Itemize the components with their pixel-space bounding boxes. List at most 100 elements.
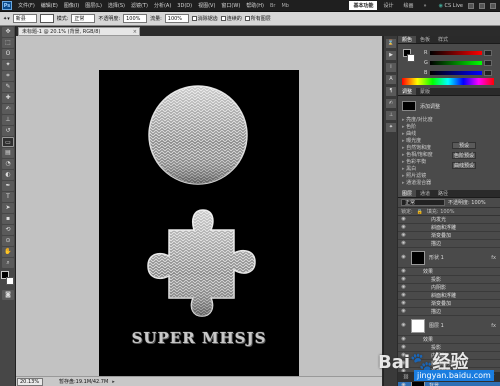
tab-masks[interactable]: 蒙版 bbox=[416, 88, 434, 95]
blue-slider-track[interactable] bbox=[430, 70, 482, 75]
blue-value-field[interactable] bbox=[484, 69, 492, 76]
background-color-swatch[interactable] bbox=[407, 54, 415, 62]
3d-rotate-tool-icon[interactable]: ⟲ bbox=[2, 225, 14, 235]
layer-fx-badge[interactable]: fx bbox=[491, 323, 496, 329]
eye-icon[interactable]: ◉ bbox=[400, 336, 407, 343]
cs-live-button[interactable]: CS Live bbox=[439, 3, 463, 9]
zoom-tool-icon[interactable]: ⌕ bbox=[2, 258, 14, 268]
marquee-tool-icon[interactable]: ⬚ bbox=[2, 38, 14, 48]
tool-preset-select[interactable]: 新县 bbox=[12, 14, 37, 23]
tab-layers[interactable]: 图层 bbox=[398, 190, 417, 197]
color-spectrum[interactable] bbox=[402, 78, 494, 85]
lock-icon[interactable]: 🔒 bbox=[417, 209, 423, 215]
lasso-tool-icon[interactable]: ʘ bbox=[2, 49, 14, 59]
tab-color[interactable]: 颜色 bbox=[398, 36, 417, 43]
red-slider[interactable]: R bbox=[424, 48, 492, 57]
tab-styles[interactable]: 样式 bbox=[434, 36, 452, 43]
close-icon[interactable]: × bbox=[133, 28, 137, 35]
document-tab[interactable]: 未标题-1 @ 20.1% (背景, RGB/8) × bbox=[18, 27, 140, 36]
clone-stamp-tool-icon[interactable]: ⊥ bbox=[2, 115, 14, 125]
adjustment-item[interactable]: 通道混合器 bbox=[402, 179, 496, 187]
background-color-swatch[interactable] bbox=[6, 277, 14, 285]
fx-icon[interactable]: fx bbox=[419, 374, 424, 380]
mask-icon[interactable]: ◘ bbox=[433, 374, 437, 380]
maximize-button[interactable] bbox=[479, 2, 485, 9]
shape-tool-icon[interactable]: ▪ bbox=[2, 214, 14, 224]
green-slider[interactable]: G bbox=[424, 58, 492, 67]
eye-icon[interactable]: ◉ bbox=[400, 216, 407, 223]
workspace-painting[interactable]: 绘画 bbox=[400, 1, 418, 10]
effect-row[interactable]: ◉ 内发光 bbox=[398, 216, 500, 224]
menu-help[interactable]: 帮助(H) bbox=[243, 2, 267, 9]
crop-tool-icon[interactable]: ⌗ bbox=[2, 71, 14, 81]
document-info[interactable]: 暂存盘:19.1M/42.7M bbox=[43, 378, 108, 385]
brush-preset-icon[interactable]: ✍ bbox=[386, 99, 396, 108]
3d-camera-tool-icon[interactable]: ⊙ bbox=[2, 236, 14, 246]
tab-swatches[interactable]: 色板 bbox=[416, 36, 434, 43]
effect-row[interactable]: ◉ 投影 bbox=[398, 344, 500, 352]
actions-icon[interactable]: ▶ bbox=[386, 51, 396, 60]
workspace-design[interactable]: 设计 bbox=[379, 1, 397, 10]
eye-icon[interactable]: ◉ bbox=[400, 240, 407, 247]
menu-3d[interactable]: 3D(D) bbox=[174, 3, 195, 9]
eye-icon[interactable]: ◉ bbox=[400, 232, 407, 239]
green-slider-track[interactable] bbox=[430, 60, 482, 65]
minimize-button[interactable] bbox=[468, 2, 474, 9]
move-tool-icon[interactable]: ✥ bbox=[2, 27, 14, 37]
close-button[interactable] bbox=[490, 2, 496, 9]
effect-row[interactable]: ◉ 斜面和浮雕 bbox=[398, 224, 500, 232]
adjustment-layer-icon[interactable]: ◑ bbox=[447, 374, 451, 380]
bridge-button[interactable]: Br bbox=[267, 3, 279, 9]
new-layer-icon[interactable]: ⊞ bbox=[475, 374, 479, 380]
magic-wand-tool-icon[interactable]: ✦ bbox=[2, 60, 14, 70]
effect-row[interactable]: ◉ 渐变叠加 bbox=[398, 300, 500, 308]
contiguous-checkbox[interactable]: 连续的 bbox=[220, 15, 242, 22]
green-value-field[interactable] bbox=[484, 59, 492, 66]
layer-thumbnail[interactable] bbox=[411, 318, 425, 333]
magic-wand-tool-icon[interactable]: ✦▾ bbox=[3, 16, 10, 22]
clone-source-icon[interactable]: ⊥ bbox=[386, 111, 396, 120]
document-canvas[interactable]: SUPER MHSJS bbox=[99, 70, 299, 376]
effect-row[interactable]: ◉ 描边 bbox=[398, 240, 500, 248]
eye-icon[interactable]: ◉ bbox=[400, 344, 407, 351]
brush-tool-icon[interactable]: ✍ bbox=[2, 104, 14, 114]
dodge-tool-icon[interactable]: ◐ bbox=[2, 170, 14, 180]
eye-icon[interactable]: ◉ bbox=[400, 284, 407, 291]
levels-preset-button[interactable]: 色阶预设 bbox=[452, 152, 476, 159]
hand-tool-icon[interactable]: ✋ bbox=[2, 247, 14, 257]
blur-tool-icon[interactable]: ◔ bbox=[2, 159, 14, 169]
minibridge-button[interactable]: Mb bbox=[278, 3, 292, 9]
eye-icon[interactable]: ◉ bbox=[400, 322, 407, 329]
menu-layer[interactable]: 图层(L) bbox=[82, 2, 105, 9]
workspace-more[interactable]: » bbox=[420, 2, 431, 10]
trash-icon[interactable]: 🗑 bbox=[489, 374, 495, 380]
effect-row[interactable]: ◉ 投影 bbox=[398, 276, 500, 284]
menu-file[interactable]: 文件(F) bbox=[15, 2, 38, 9]
eyedropper-tool-icon[interactable]: ✎ bbox=[2, 82, 14, 92]
red-value-field[interactable] bbox=[484, 49, 492, 56]
effect-row[interactable]: ◉ 斜面和浮雕 bbox=[398, 292, 500, 300]
eye-icon[interactable]: ◉ bbox=[400, 276, 407, 283]
layer-row[interactable]: ◉ 图层 1 fx bbox=[398, 316, 500, 336]
eye-icon[interactable]: ◉ bbox=[400, 254, 407, 261]
path-selection-tool-icon[interactable]: ➤ bbox=[2, 203, 14, 213]
info-icon[interactable]: i bbox=[386, 63, 396, 72]
red-slider-track[interactable] bbox=[430, 50, 482, 55]
type-tool-icon[interactable]: T bbox=[2, 192, 14, 202]
quick-mask-icon[interactable]: ◙ bbox=[2, 290, 14, 300]
layer-fx-badge[interactable]: fx bbox=[491, 255, 496, 261]
layer-opacity-field[interactable]: 不透明度: 100% bbox=[448, 199, 486, 206]
mode-select[interactable]: 正常 bbox=[71, 14, 96, 23]
antialias-checkbox[interactable]: 消除锯齿 bbox=[191, 15, 218, 22]
effect-row[interactable]: ◉ 渐变叠加 bbox=[398, 232, 500, 240]
layer-fill-field[interactable]: 填充: 100% bbox=[427, 208, 455, 215]
effect-row[interactable]: ◉ 效果 bbox=[398, 336, 500, 344]
menu-select[interactable]: 选择(S) bbox=[105, 2, 128, 9]
layer-thumbnail[interactable] bbox=[411, 250, 425, 265]
eye-icon[interactable]: ◉ bbox=[400, 224, 407, 231]
tab-channels[interactable]: 通道 bbox=[416, 190, 434, 197]
effect-row[interactable]: ◉ 内阴影 bbox=[398, 352, 500, 360]
layer-row[interactable]: ◉ 形状 1 fx bbox=[398, 248, 500, 268]
paragraph-icon[interactable]: ¶ bbox=[386, 87, 396, 96]
zoom-level-input[interactable]: 20.13% bbox=[17, 377, 43, 386]
